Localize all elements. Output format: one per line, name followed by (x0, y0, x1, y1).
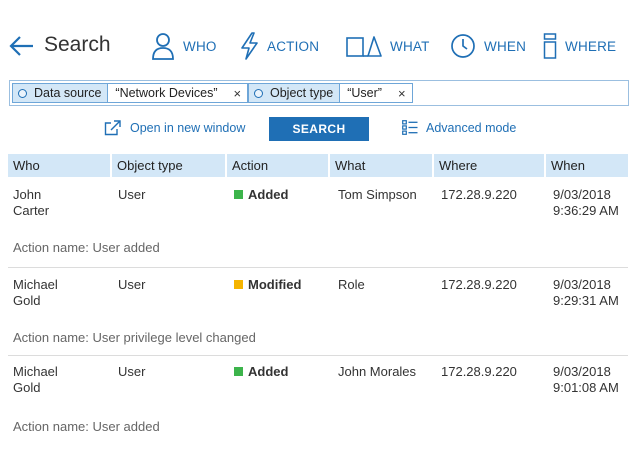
when-date: 9/03/2018 (553, 277, 611, 292)
row-divider (8, 355, 628, 356)
when-time: 9:01:08 AM (553, 380, 619, 395)
cell-what: John Morales (338, 364, 417, 379)
building-icon (543, 33, 557, 59)
action-name: Action name: User added (13, 240, 160, 255)
nav-when-label: WHEN (484, 38, 527, 54)
filter-value[interactable]: “User” × (340, 83, 413, 103)
column-header-action[interactable]: Action (227, 154, 328, 177)
page-title: Search (44, 33, 111, 56)
remove-filter-icon[interactable]: × (234, 86, 242, 101)
who-first-name: Michael (13, 277, 58, 292)
cell-who: Michael Gold (13, 277, 58, 309)
when-time: 9:29:31 AM (553, 293, 619, 308)
filter-chip-data-source[interactable]: Data source “Network Devices” × (12, 83, 249, 103)
cell-where: 172.28.9.220 (441, 277, 517, 292)
status-square-icon (234, 190, 243, 199)
who-last-name: Carter (13, 203, 50, 218)
action-name: Action name: User added (13, 419, 160, 434)
who-first-name: Michael (13, 364, 58, 379)
back-arrow-icon[interactable] (8, 34, 36, 58)
nav-what-label: WHAT (390, 38, 430, 54)
header-bar: Search WHO ACTION WHAT WHEN WHERE (0, 0, 640, 90)
filter-key-label: Data source (34, 86, 102, 100)
search-button[interactable]: SEARCH (269, 117, 369, 141)
cell-who: Michael Gold (13, 364, 58, 396)
cell-when: 9/03/2018 9:01:08 AM (553, 364, 619, 396)
advanced-mode-label: Advanced mode (426, 120, 517, 135)
circle-icon (18, 88, 27, 98)
when-date: 9/03/2018 (553, 364, 611, 379)
cell-what: Tom Simpson (338, 187, 417, 202)
when-date: 9/03/2018 (553, 187, 611, 202)
cell-object-type: User (118, 277, 146, 292)
filter-value[interactable]: “Network Devices” × (108, 83, 249, 103)
filter-key-label: Object type (270, 86, 334, 100)
table-row[interactable]: John Carter User Added Tom Simpson 172.2… (8, 187, 628, 268)
cell-action: Modified (234, 277, 301, 293)
lightning-icon (241, 32, 258, 60)
cell-action: Added (234, 364, 288, 380)
filter-key[interactable]: Object type (248, 83, 341, 103)
nav-where-label: WHERE (565, 38, 617, 54)
cell-object-type: User (118, 364, 146, 379)
row-divider (8, 267, 628, 268)
column-header-what[interactable]: What (330, 154, 432, 177)
table-row[interactable]: Michael Gold User Added John Morales 172… (8, 364, 628, 434)
list-icon (402, 120, 418, 135)
nav-action[interactable]: ACTION (239, 30, 319, 62)
action-status: Modified (248, 277, 302, 292)
status-square-icon (234, 280, 243, 289)
open-new-window-label: Open in new window (130, 121, 246, 135)
cell-when: 9/03/2018 9:36:29 AM (553, 187, 619, 219)
cell-action: Added (234, 187, 288, 203)
when-time: 9:36:29 AM (553, 203, 619, 218)
column-header-who[interactable]: Who (8, 154, 110, 177)
cell-object-type: User (118, 187, 146, 202)
nav-who[interactable]: WHO (151, 30, 217, 62)
nav-when[interactable]: WHEN (450, 30, 526, 62)
nav-where[interactable]: WHERE (543, 30, 616, 62)
table-header: Who Object type Action What Where When (8, 154, 628, 177)
circle-icon (254, 88, 263, 98)
who-last-name: Gold (13, 380, 41, 395)
who-first-name: John (13, 187, 42, 202)
nav-action-label: ACTION (267, 38, 320, 54)
filter-value-label: “User” (347, 86, 382, 100)
filter-key[interactable]: Data source (12, 83, 109, 103)
action-status: Added (248, 364, 289, 379)
person-icon (152, 33, 174, 60)
cell-where: 172.28.9.220 (441, 364, 517, 379)
column-header-where[interactable]: Where (434, 154, 544, 177)
column-header-object-type[interactable]: Object type (112, 154, 225, 177)
external-link-icon (104, 120, 121, 136)
status-square-icon (234, 367, 243, 376)
remove-filter-icon[interactable]: × (398, 86, 406, 101)
table-row[interactable]: Michael Gold User Modified Role 172.28.9… (8, 277, 628, 356)
action-name: Action name: User privilege level change… (13, 330, 256, 345)
cell-when: 9/03/2018 9:29:31 AM (553, 277, 619, 309)
cell-where: 172.28.9.220 (441, 187, 517, 202)
nav-what[interactable]: WHAT (346, 30, 430, 62)
nav-who-label: WHO (183, 38, 217, 54)
clock-icon (451, 34, 475, 58)
cell-what: Role (338, 277, 365, 292)
shapes-icon (346, 36, 382, 57)
filter-chip-object-type[interactable]: Object type “User” × (248, 83, 413, 103)
filter-bar[interactable]: Data source “Network Devices” × Object t… (9, 80, 629, 106)
who-last-name: Gold (13, 293, 41, 308)
cell-who: John Carter (13, 187, 49, 219)
open-new-window-link[interactable]: Open in new window (104, 120, 245, 136)
action-status: Added (248, 187, 289, 202)
column-header-when[interactable]: When (546, 154, 628, 177)
advanced-mode-link[interactable]: Advanced mode (402, 120, 516, 135)
filter-value-label: “Network Devices” (115, 86, 218, 100)
